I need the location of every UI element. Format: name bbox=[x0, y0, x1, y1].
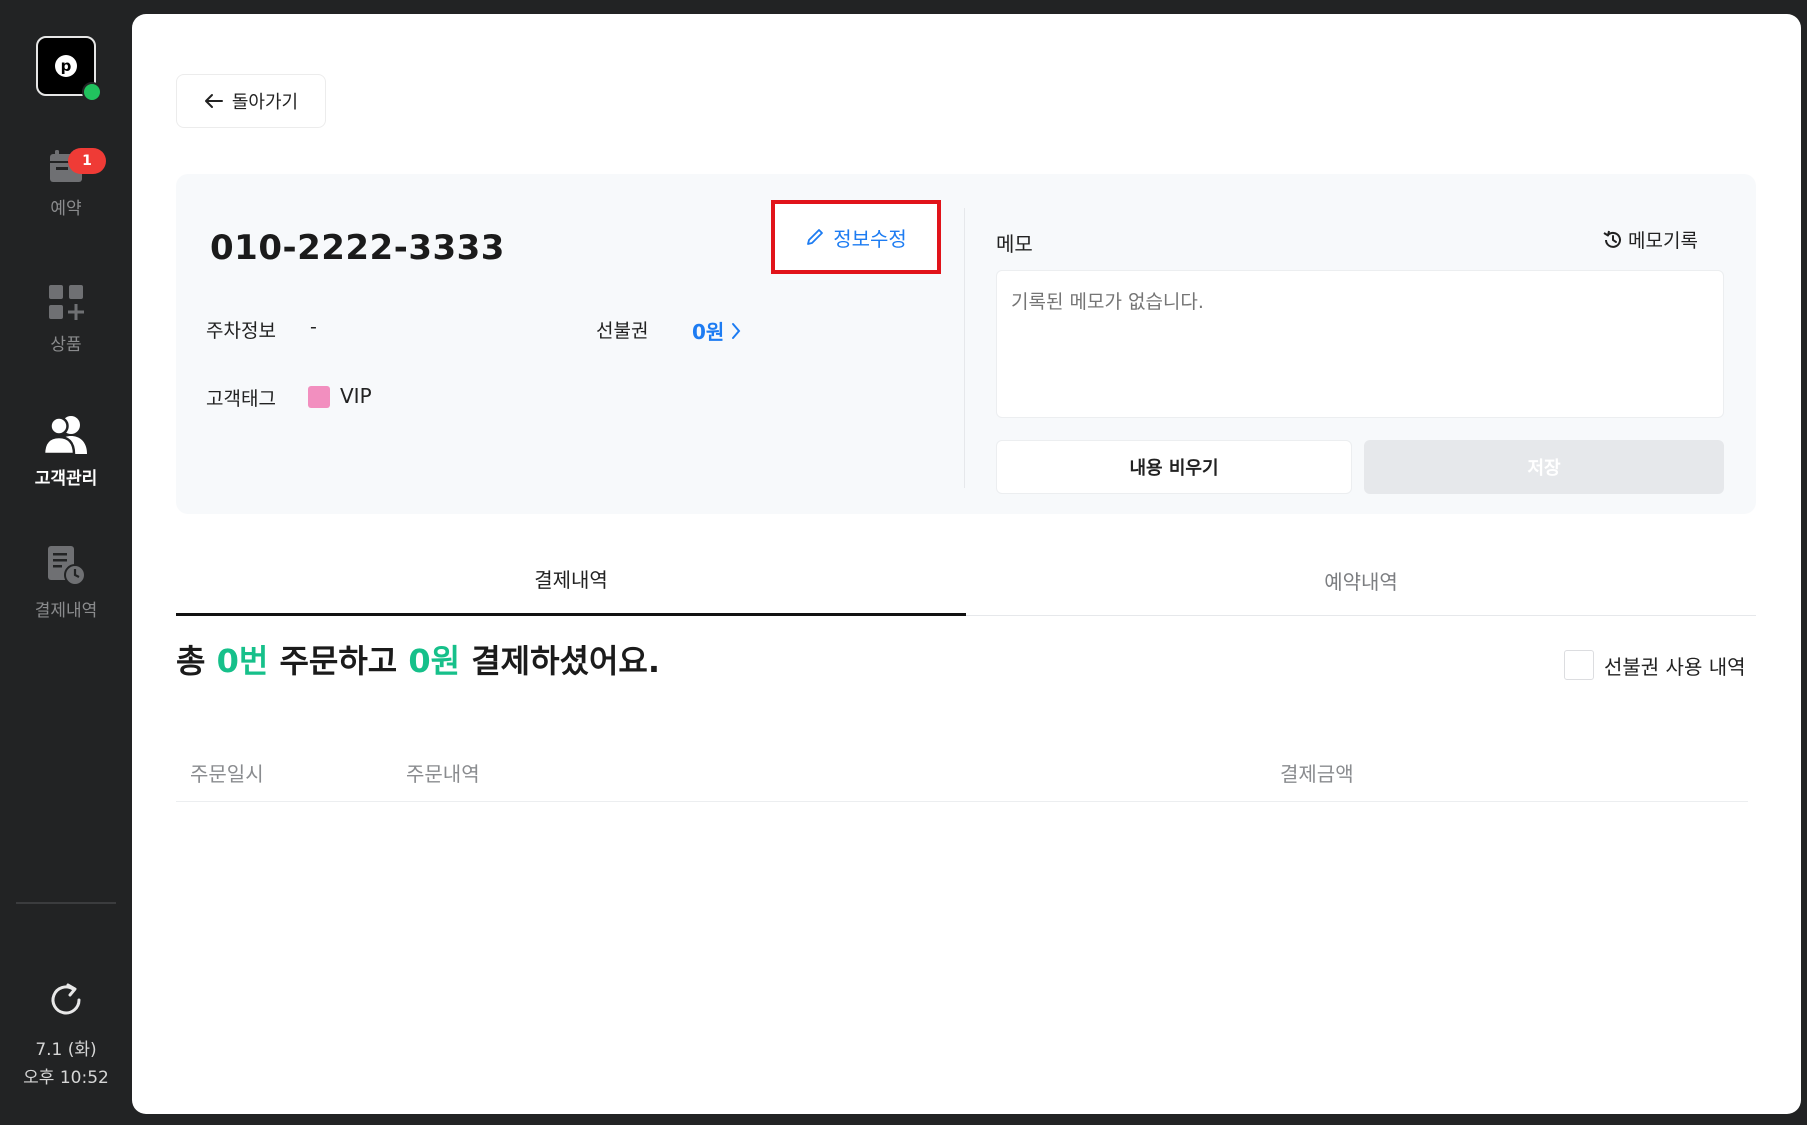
order-count: 0번 bbox=[216, 642, 269, 680]
sidebar: p 1 예약 상품 고객관리 결제내역 7.1 (화) 오후 10:52 bbox=[0, 0, 132, 1125]
online-status-dot bbox=[82, 82, 102, 102]
memo-title: 메모 bbox=[996, 232, 1033, 256]
sidebar-item-products[interactable]: 상품 bbox=[0, 284, 132, 355]
save-memo-button[interactable]: 저장 bbox=[1364, 440, 1724, 494]
pencil-icon bbox=[807, 229, 824, 245]
memo-history-label: 메모기록 bbox=[1628, 230, 1698, 252]
summary-suffix: 결제하셨어요. bbox=[460, 642, 661, 680]
history-icon bbox=[1603, 230, 1621, 248]
sidebar-divider bbox=[16, 902, 116, 904]
arrow-left-icon bbox=[204, 94, 223, 108]
tab-bar: 결제내역 예약내역 bbox=[176, 544, 1756, 616]
voucher-value: 0원 bbox=[692, 320, 725, 344]
receipt-clock-icon bbox=[48, 546, 86, 586]
card-divider bbox=[964, 208, 965, 488]
sidebar-item-payments[interactable]: 결제내역 bbox=[0, 546, 132, 621]
edit-info-label: 정보수정 bbox=[833, 226, 907, 251]
parking-label: 주차정보 bbox=[206, 320, 276, 342]
memo-history-button[interactable]: 메모기록 bbox=[1602, 226, 1698, 253]
tag-color-swatch bbox=[308, 386, 330, 408]
voucher-balance-link[interactable]: 0원 bbox=[692, 316, 742, 345]
sidebar-item-label: 상품 bbox=[50, 335, 82, 355]
customer-info-card: 010-2222-3333 정보수정 주차정보 - 선불권 0원 고객태그 VI… bbox=[176, 174, 1756, 514]
current-time: 오후 10:52 bbox=[23, 1068, 109, 1088]
edit-info-button[interactable]: 정보수정 bbox=[771, 200, 941, 274]
sidebar-item-customers[interactable]: 고객관리 bbox=[0, 414, 132, 489]
orders-table-header: 주문일시 주문내역 결제금액 bbox=[176, 740, 1748, 802]
current-date: 7.1 (화) bbox=[35, 1040, 97, 1060]
memo-textarea[interactable] bbox=[996, 270, 1724, 418]
reservation-count-badge: 1 bbox=[68, 148, 106, 174]
sidebar-item-label: 예약 bbox=[50, 199, 82, 219]
summary-middle: 주문하고 bbox=[268, 642, 409, 680]
sidebar-item-label: 고객관리 bbox=[34, 469, 98, 489]
clear-memo-button[interactable]: 내용 비우기 bbox=[996, 440, 1352, 494]
chevron-right-icon bbox=[732, 322, 741, 339]
sidebar-item-reservation[interactable]: 1 예약 bbox=[0, 148, 132, 219]
tab-payment-history[interactable]: 결제내역 bbox=[176, 544, 966, 616]
voucher-usage-filter[interactable]: 선불권 사용 내역 bbox=[1564, 650, 1746, 680]
customer-phone: 010-2222-3333 bbox=[210, 228, 505, 268]
logo-letter: p bbox=[55, 55, 77, 77]
voucher-label: 선불권 bbox=[596, 320, 649, 342]
main-panel: 돌아가기 010-2222-3333 정보수정 주차정보 - 선불권 0원 고객… bbox=[132, 14, 1801, 1114]
grid-plus-icon bbox=[49, 285, 84, 320]
voucher-usage-label: 선불권 사용 내역 bbox=[1604, 654, 1746, 679]
tag-label: 고객태그 bbox=[206, 388, 276, 410]
order-summary: 총 0번 주문하고 0원 결제하셨어요. bbox=[176, 636, 660, 682]
back-button[interactable]: 돌아가기 bbox=[176, 74, 326, 128]
parking-value: - bbox=[310, 316, 317, 338]
back-label: 돌아가기 bbox=[231, 92, 299, 113]
tag-name: VIP bbox=[340, 384, 372, 408]
people-icon bbox=[43, 416, 87, 454]
voucher-usage-checkbox[interactable] bbox=[1564, 650, 1594, 680]
paid-amount: 0원 bbox=[408, 642, 461, 680]
refresh-icon[interactable] bbox=[46, 980, 86, 1020]
column-order-date: 주문일시 bbox=[190, 762, 264, 786]
column-order-details: 주문내역 bbox=[406, 762, 480, 786]
column-payment-amount: 결제금액 bbox=[1280, 762, 1354, 786]
summary-prefix: 총 bbox=[176, 642, 217, 680]
tab-reservation-history[interactable]: 예약내역 bbox=[966, 544, 1756, 616]
clock: 7.1 (화) 오후 10:52 bbox=[0, 1036, 132, 1092]
sidebar-item-label: 결제내역 bbox=[34, 601, 98, 621]
